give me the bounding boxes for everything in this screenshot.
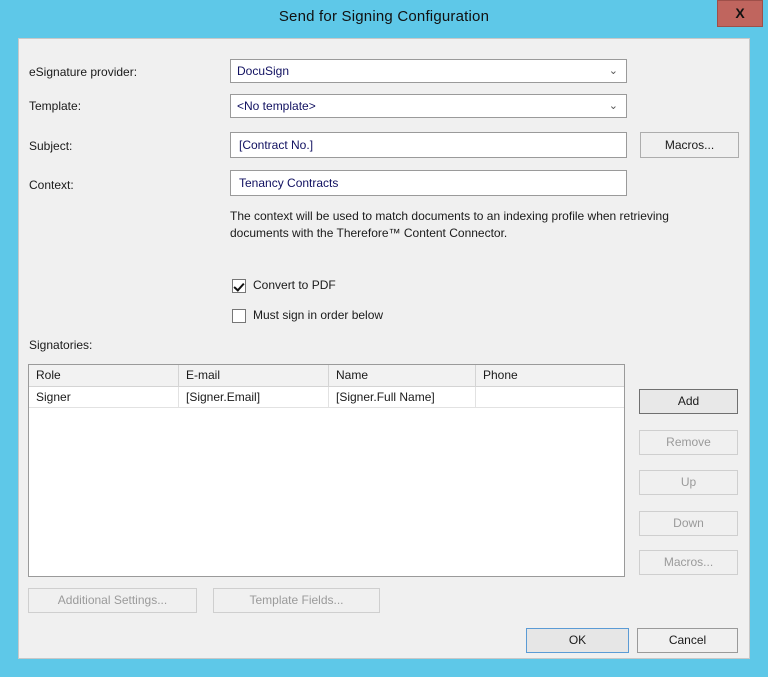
up-button[interactable]: Up [639, 470, 738, 495]
signatories-macros-button[interactable]: Macros... [639, 550, 738, 575]
close-icon[interactable]: X [717, 0, 763, 27]
subject-macros-button[interactable]: Macros... [640, 132, 739, 158]
additional-settings-button[interactable]: Additional Settings... [28, 588, 197, 613]
chevron-down-icon: ⌄ [608, 65, 618, 77]
table-row[interactable]: Signer [Signer.Email] [Signer.Full Name] [29, 387, 624, 408]
cell-email: [Signer.Email] [179, 387, 329, 407]
template-fields-button[interactable]: Template Fields... [213, 588, 380, 613]
down-button[interactable]: Down [639, 511, 738, 536]
column-header-name[interactable]: Name [329, 365, 476, 386]
chevron-down-icon: ⌄ [608, 100, 618, 112]
signatories-label: Signatories: [29, 338, 93, 352]
send-for-signing-dialog: Send for Signing Configuration X eSignat… [0, 0, 768, 677]
cancel-button[interactable]: Cancel [637, 628, 738, 653]
esignature-provider-value: DocuSign [237, 64, 290, 78]
subject-label: Subject: [29, 139, 73, 153]
template-label: Template: [29, 99, 82, 113]
context-label: Context: [29, 178, 74, 192]
cell-name: [Signer.Full Name] [329, 387, 476, 407]
must-sign-in-order-checkbox[interactable] [232, 309, 246, 323]
template-select[interactable]: <No template> ⌄ [230, 94, 627, 118]
esignature-provider-label: eSignature provider: [29, 65, 138, 79]
cell-phone [476, 387, 624, 407]
template-value: <No template> [237, 99, 316, 113]
ok-button[interactable]: OK [526, 628, 629, 653]
column-header-email[interactable]: E-mail [179, 365, 329, 386]
title-bar: Send for Signing Configuration X [0, 0, 768, 38]
esignature-provider-select[interactable]: DocuSign ⌄ [230, 59, 627, 83]
subject-input[interactable]: [Contract No.] [230, 132, 627, 158]
remove-button[interactable]: Remove [639, 430, 738, 455]
signatories-header-row: Role E-mail Name Phone [29, 365, 624, 387]
signatories-list[interactable]: Role E-mail Name Phone Signer [Signer.Em… [28, 364, 625, 577]
context-input[interactable]: Tenancy Contracts [230, 170, 627, 196]
window-title: Send for Signing Configuration [278, 8, 490, 25]
column-header-phone[interactable]: Phone [476, 365, 624, 386]
cell-role: Signer [29, 387, 179, 407]
context-help-text: The context will be used to match docume… [230, 209, 669, 240]
convert-to-pdf-checkbox[interactable] [232, 279, 246, 293]
add-button[interactable]: Add [639, 389, 738, 414]
column-header-role[interactable]: Role [29, 365, 179, 386]
must-sign-in-order-label: Must sign in order below [253, 308, 384, 322]
convert-to-pdf-label: Convert to PDF [253, 278, 336, 292]
